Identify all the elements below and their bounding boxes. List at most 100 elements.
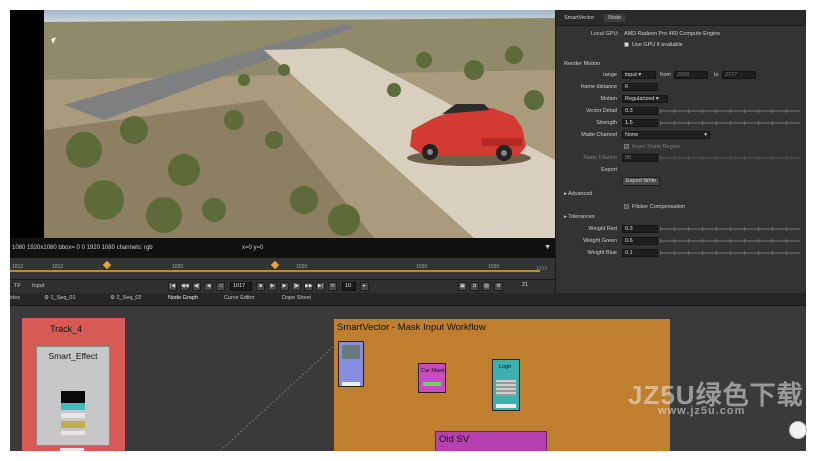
- playhead-marker[interactable]: [270, 260, 280, 270]
- prev-key-icon[interactable]: ◀◀: [180, 282, 189, 291]
- frame-distance-field[interactable]: 6: [622, 83, 658, 91]
- settings-icon[interactable]: ⚙: [494, 282, 503, 291]
- tolerances-label: Tolerances: [568, 214, 595, 220]
- skip-start-icon[interactable]: |◀: [168, 282, 177, 291]
- tab-seq-02[interactable]: ⚙ 2_Seq_02: [110, 295, 142, 301]
- chat-bubble-icon[interactable]: [789, 421, 807, 439]
- weight-red-field[interactable]: 0.3: [622, 225, 658, 233]
- vector-detail-label: Vector Detail: [585, 108, 617, 114]
- node-white[interactable]: [61, 413, 85, 418]
- old-sv-backdrop[interactable]: Old SV: [435, 431, 547, 451]
- step-field[interactable]: 10: [342, 282, 356, 291]
- viewer-image[interactable]: [44, 10, 555, 238]
- timeline-tick: 1020: [172, 264, 184, 270]
- tab-node[interactable]: Node: [604, 14, 626, 22]
- use-gpu-checkbox[interactable]: Use GPU if available: [624, 42, 683, 48]
- range-to-label: to: [714, 72, 719, 78]
- weight-blue-slider[interactable]: [660, 251, 800, 255]
- tab-node-graph[interactable]: Node Graph: [168, 295, 198, 301]
- backdrop-smartvector-workflow[interactable]: SmartVector - Mask Input Workflow Car Ma…: [334, 319, 670, 451]
- step-forward-icon[interactable]: |▶: [292, 282, 301, 291]
- node-teal[interactable]: [61, 403, 85, 410]
- frame-field[interactable]: 1017: [230, 282, 252, 291]
- tab-curve-editor[interactable]: Curve Editor: [224, 295, 255, 301]
- strength-field[interactable]: 1.5: [622, 119, 658, 127]
- weight-green-slider[interactable]: [660, 239, 800, 243]
- advanced-label: Advanced: [568, 191, 593, 197]
- logo-node[interactable]: Logo: [492, 359, 520, 411]
- tolerances-section[interactable]: ▸ Tolerances: [564, 214, 595, 220]
- use-gpu-label: Use GPU if available: [632, 42, 683, 48]
- tab-dope-sheet[interactable]: Dope Sheet: [282, 295, 311, 301]
- tab-seq-01[interactable]: ⚙ 1_Seq_01: [44, 295, 76, 301]
- tab-seq-02-label: 2_Seq_02: [116, 295, 142, 301]
- stop-icon[interactable]: ■: [256, 282, 265, 291]
- timeline-end: 1033: [535, 266, 547, 272]
- next-key-icon[interactable]: ▶▶: [304, 282, 313, 291]
- node-yellow[interactable]: [61, 421, 85, 428]
- fps-field[interactable]: 21: [520, 282, 536, 291]
- node-output[interactable]: [60, 448, 84, 451]
- gain-icon[interactable]: ▤: [482, 282, 491, 291]
- row-weight-blue: Weight Blue 0.1: [556, 249, 806, 259]
- weight-green-field[interactable]: 0.6: [622, 237, 658, 245]
- next-frame-icon[interactable]: ▶: [280, 282, 289, 291]
- advanced-section[interactable]: ▸ Advanced: [564, 191, 592, 197]
- range-from-label: from: [660, 72, 671, 78]
- tab-smartvector[interactable]: SmartVector: [564, 15, 594, 21]
- row-local-gpu: Local GPU: AMD Radeon Pro 460 Compute En…: [556, 30, 806, 40]
- prev-frame-icon[interactable]: ◀: [204, 282, 213, 291]
- smart-effect-node[interactable]: Smart_Effect: [36, 346, 110, 446]
- flicker-checkbox[interactable]: Flicker Compensation: [624, 204, 685, 210]
- tab-nodes[interactable]: ides: [10, 295, 20, 301]
- vector-detail-slider[interactable]: [660, 109, 800, 113]
- use-gpu-check-icon[interactable]: [624, 42, 629, 47]
- car-mask-node[interactable]: Car Mask: [418, 363, 446, 393]
- play-icon[interactable]: ▶: [268, 282, 277, 291]
- invert-matte-check-icon[interactable]: [624, 144, 629, 149]
- dropdown-arrow-icon: ▾: [704, 132, 707, 138]
- range-dropdown[interactable]: input ▾: [622, 71, 656, 79]
- flipbook-icon[interactable]: ▣: [458, 282, 467, 291]
- tf-dropdown[interactable]: TF: [14, 283, 21, 289]
- matte-dilation-field[interactable]: 80: [622, 154, 658, 162]
- step-increment-icon[interactable]: ▸: [360, 282, 369, 291]
- weight-red-slider[interactable]: [660, 227, 800, 231]
- row-weight-red: Weight Red 0.3: [556, 225, 806, 235]
- invert-matte-checkbox[interactable]: Invert Matte Region: [624, 144, 680, 150]
- weight-blue-field[interactable]: 0.1: [622, 249, 658, 257]
- motion-dropdown[interactable]: Regularized ▾: [622, 95, 668, 103]
- range-to-field[interactable]: 2777: [722, 71, 756, 79]
- viewer-coords: x=0 y=0: [242, 245, 264, 251]
- weight-green-label: Weight Green: [583, 238, 617, 244]
- export-write-button[interactable]: Export Write: [622, 177, 661, 186]
- backdrop-track-4[interactable]: Track_4 Smart_Effect: [22, 318, 125, 451]
- capture-icon[interactable]: ◘: [470, 282, 479, 291]
- node-white-2[interactable]: [61, 431, 85, 435]
- flicker-check-icon[interactable]: [624, 204, 629, 209]
- skip-end-icon[interactable]: ▶|: [316, 282, 325, 291]
- row-flicker: Flicker Compensation: [556, 203, 806, 213]
- strength-slider[interactable]: [660, 121, 800, 125]
- timeline[interactable]: 1012 1012 1020 1025 1030 1035 1033: [10, 258, 555, 280]
- input-dropdown[interactable]: Input: [32, 283, 44, 289]
- range-from-field[interactable]: 2668: [674, 71, 708, 79]
- matte-channel-value: None: [625, 132, 639, 138]
- timeline-tick: 1012: [52, 264, 64, 270]
- step-back-icon[interactable]: ◀|: [192, 282, 201, 291]
- old-sv-title: Old SV: [439, 434, 470, 445]
- matte-channel-dropdown[interactable]: None ▾: [622, 131, 710, 139]
- timeline-bar[interactable]: [10, 270, 540, 272]
- matte-channel-label: Matte Channel: [581, 132, 617, 138]
- vector-detail-field[interactable]: 0.3: [622, 107, 658, 115]
- play-backward-icon[interactable]: ◁: [216, 282, 225, 291]
- loop-icon[interactable]: ⟲: [328, 282, 337, 291]
- read-node[interactable]: [338, 341, 364, 387]
- timeline-tick: 1030: [416, 264, 428, 270]
- backdrop-track-4-title: Track_4: [50, 324, 83, 334]
- node-black[interactable]: [61, 391, 85, 403]
- viewer-menu-arrow-icon[interactable]: ▼: [544, 238, 551, 258]
- matte-dilation-slider[interactable]: [660, 156, 800, 160]
- in-point-marker[interactable]: [102, 260, 112, 270]
- viewer[interactable]: 1080 1920x1080 bbox= 0 0 1920 1080 chann…: [10, 10, 555, 258]
